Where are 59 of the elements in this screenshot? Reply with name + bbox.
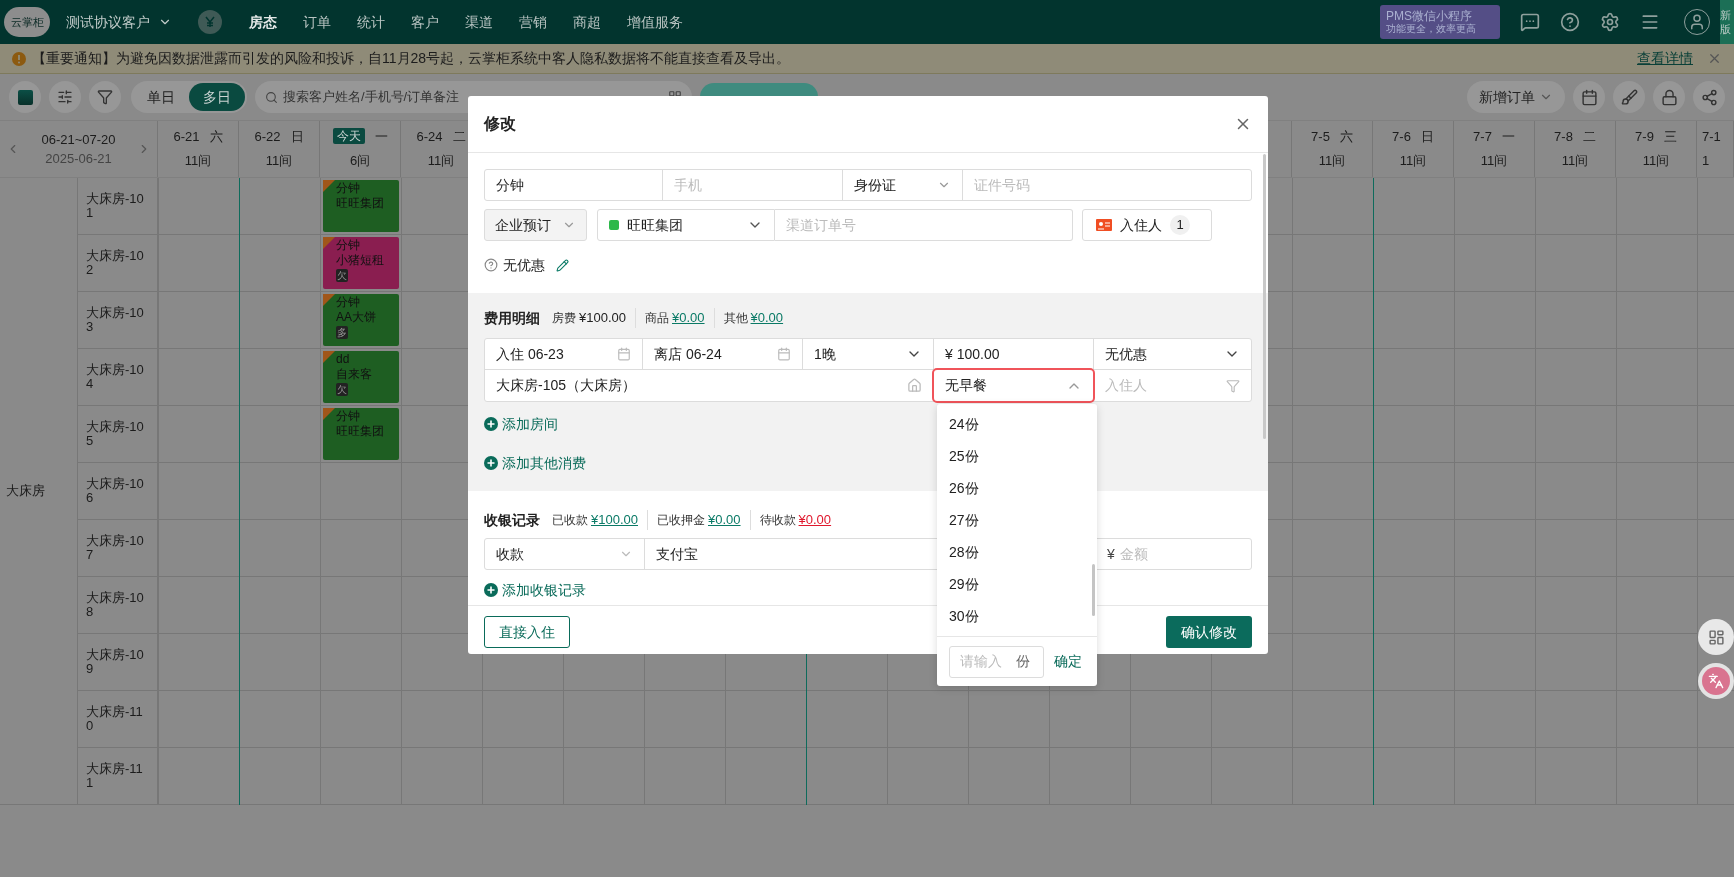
booking-source: AA大饼 xyxy=(336,310,377,325)
day-date: 7-8 xyxy=(1554,127,1573,146)
weekday: 二 xyxy=(452,127,466,146)
booking-guest: 分钟 xyxy=(336,181,361,196)
company-name: 旺旺集团 xyxy=(627,215,684,235)
rooms-available: 11间 xyxy=(1561,151,1589,170)
start-date: 2025-06-21 xyxy=(45,150,112,168)
dialog-title: 修改 xyxy=(484,114,516,134)
day-date: 7-5 xyxy=(1311,127,1330,146)
summary-label: 已收款 xyxy=(552,512,588,529)
rooms-available: 11间 xyxy=(1642,151,1670,170)
booking-source: 自来客 xyxy=(336,367,373,382)
weekday: 日 xyxy=(1420,127,1434,146)
unit-label: 份 xyxy=(1016,652,1030,671)
promo-title: PMS微信小程序 xyxy=(1386,9,1473,23)
discount-text: 无优惠 xyxy=(503,255,545,275)
booking-guest: 分钟 xyxy=(336,238,361,253)
day-date: 7-9 xyxy=(1635,127,1654,146)
section-title: 费用明细 xyxy=(484,308,541,328)
rooms-available: 11间 xyxy=(427,151,455,170)
booking-tag: 欠 xyxy=(336,383,348,396)
rooms-available: 11间 xyxy=(265,151,293,170)
day-date: 6-22 xyxy=(254,127,281,146)
weekday: 六 xyxy=(1339,127,1353,146)
day-date: 7-6 xyxy=(1392,127,1411,146)
booking-tag: 多 xyxy=(336,326,348,339)
weekday: 六 xyxy=(209,127,223,146)
day-date: 6-21 xyxy=(173,127,200,146)
day-date: 6-24 xyxy=(416,127,443,146)
summary-label: 房费 xyxy=(552,310,576,327)
rooms-available: 11间 xyxy=(1399,151,1427,170)
booking-source: 旺旺集团 xyxy=(336,424,385,439)
summary-label: 待收款 xyxy=(759,512,796,529)
weekday: 日 xyxy=(290,127,304,146)
guest-count: 1 xyxy=(1170,215,1190,235)
summary-label: 已收押金 xyxy=(657,512,705,529)
rooms-available: 11间 xyxy=(184,151,212,170)
booking-source: 旺旺集团 xyxy=(336,196,385,211)
weekday: 三 xyxy=(1663,127,1677,146)
booking-tag: 欠 xyxy=(336,269,348,282)
notice-text: 【重要通知】为避免因数据泄露而引发的风险和投诉，自11月28号起，云掌柜系统中客人隐私数据将不能直接查看及导出。 xyxy=(32,49,791,68)
summary-label: 商品 xyxy=(645,310,669,327)
weekday: 二 xyxy=(1582,127,1596,146)
booking-guest: 分钟 xyxy=(336,409,361,424)
promo-subtitle: 功能更全，效率更高 xyxy=(1386,23,1477,35)
day-date: 7-1 xyxy=(1702,127,1721,146)
rooms-available: 1 xyxy=(1702,151,1710,170)
summary-label: 其他 xyxy=(723,310,748,327)
section-title: 收银记录 xyxy=(484,510,541,530)
booking-source: 小猪短租 xyxy=(336,253,385,268)
rooms-available: 11间 xyxy=(1480,151,1508,170)
booking-guest: 分钟 xyxy=(336,295,361,310)
day-date: 7-7 xyxy=(1473,127,1492,146)
rooms-available: 6间 xyxy=(349,151,371,170)
today-badge: 今天 xyxy=(332,128,365,145)
summary-amount: ¥100.00 xyxy=(579,309,626,328)
booking-guest: dd xyxy=(336,352,351,367)
rooms-available: 11间 xyxy=(1318,151,1346,170)
room-type-cell: 大床房 xyxy=(0,178,78,805)
